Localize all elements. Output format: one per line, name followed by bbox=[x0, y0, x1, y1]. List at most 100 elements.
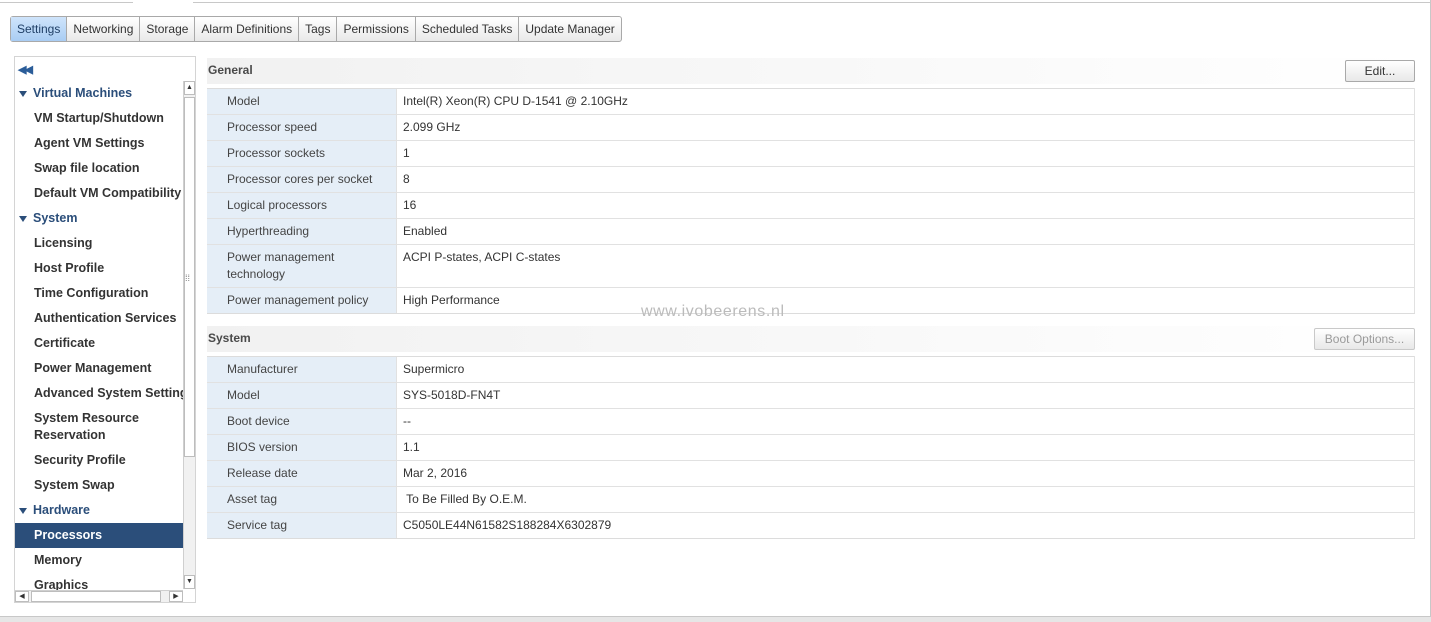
property-value: SYS-5018D-FN4T bbox=[396, 382, 1415, 409]
tab-alarm-definitions[interactable]: Alarm Definitions bbox=[195, 17, 300, 41]
table-row: Model SYS-5018D-FN4T bbox=[207, 382, 1415, 409]
tab-bar: Settings Networking Storage Alarm Defini… bbox=[10, 16, 622, 42]
table-row: BIOS version 1.1 bbox=[207, 434, 1415, 461]
sidebar-group-label: Hardware bbox=[33, 503, 90, 517]
sidebar-group-virtual-machines[interactable]: Virtual Machines bbox=[15, 81, 183, 106]
settings-sidebar: ◀◀ Virtual Machines VM Startup/Shutdown … bbox=[14, 56, 196, 603]
sidebar-item-swap-file-location[interactable]: Swap file location bbox=[15, 156, 183, 181]
tab-networking[interactable]: Networking bbox=[67, 17, 141, 41]
tab-update-manager[interactable]: Update Manager bbox=[519, 17, 620, 41]
property-label: Logical processors bbox=[207, 192, 397, 219]
sidebar-item-processors[interactable]: Processors bbox=[15, 523, 183, 548]
sidebar-item-memory[interactable]: Memory bbox=[15, 548, 183, 573]
edit-button[interactable]: Edit... bbox=[1345, 60, 1415, 82]
property-label: Hyperthreading bbox=[207, 218, 397, 245]
table-row: Processor cores per socket 8 bbox=[207, 166, 1415, 193]
table-row: Boot device -- bbox=[207, 408, 1415, 435]
sidebar-item-advanced-system-settings[interactable]: Advanced System Settings bbox=[15, 381, 194, 406]
property-label: Power management policy bbox=[207, 287, 397, 314]
sidebar-item-power-management[interactable]: Power Management bbox=[15, 356, 183, 381]
sidebar-group-label: Virtual Machines bbox=[33, 86, 133, 100]
property-label: Service tag bbox=[207, 512, 397, 539]
tab-settings[interactable]: Settings bbox=[11, 17, 68, 41]
property-label: Manufacturer bbox=[207, 356, 397, 383]
general-section-header: General bbox=[207, 58, 1415, 84]
scroll-right-icon[interactable]: ▶ bbox=[169, 591, 183, 602]
table-row: Asset tag To Be Filled By O.E.M. bbox=[207, 486, 1415, 513]
expand-triangle-icon bbox=[19, 90, 27, 97]
sidebar-horizontal-scrollbar[interactable]: ◀ ▶ bbox=[15, 590, 183, 602]
sidebar-item-security-profile[interactable]: Security Profile bbox=[15, 448, 183, 473]
sidebar-item-system-resource-reservation[interactable]: System Resource Reservation bbox=[15, 406, 183, 448]
property-label: Power management technology bbox=[207, 244, 397, 288]
sidebar-group-hardware[interactable]: Hardware bbox=[15, 498, 183, 523]
property-value: -- bbox=[396, 408, 1415, 435]
tab-scheduled-tasks[interactable]: Scheduled Tasks bbox=[416, 17, 520, 41]
sidebar-item-agent-vm-settings[interactable]: Agent VM Settings bbox=[15, 131, 183, 156]
property-value: 2.099 GHz bbox=[396, 114, 1415, 141]
property-value: Intel(R) Xeon(R) CPU D-1541 @ 2.10GHz bbox=[396, 88, 1415, 115]
table-row: Release date Mar 2, 2016 bbox=[207, 460, 1415, 487]
tab-permissions[interactable]: Permissions bbox=[337, 17, 416, 41]
sidebar-item-vm-startup-shutdown[interactable]: VM Startup/Shutdown bbox=[15, 106, 183, 131]
system-section-header: System bbox=[207, 326, 1415, 352]
table-row: Model Intel(R) Xeon(R) CPU D-1541 @ 2.10G… bbox=[207, 88, 1415, 115]
boot-options-button[interactable]: Boot Options... bbox=[1314, 328, 1415, 350]
sidebar-item-system-swap[interactable]: System Swap bbox=[15, 473, 183, 498]
sidebar-list: Virtual Machines VM Startup/Shutdown Age… bbox=[15, 81, 194, 598]
sidebar-group-label: System bbox=[33, 211, 78, 225]
table-row: Manufacturer Supermicro bbox=[207, 356, 1415, 383]
property-value: Enabled bbox=[396, 218, 1415, 245]
system-properties-table: Manufacturer Supermicro Model SYS-5018D-FN… bbox=[207, 356, 1415, 539]
property-value: High Performance bbox=[396, 287, 1415, 314]
property-value: Mar 2, 2016 bbox=[396, 460, 1415, 487]
window-top-border bbox=[0, 0, 1431, 3]
sidebar-item-licensing[interactable]: Licensing bbox=[15, 231, 183, 256]
property-label: Model bbox=[207, 88, 397, 115]
table-row: Hyperthreading Enabled bbox=[207, 218, 1415, 245]
table-row: Processor sockets 1 bbox=[207, 140, 1415, 167]
scroll-down-icon[interactable]: ▼ bbox=[184, 575, 195, 589]
resize-grip-icon[interactable]: ⁞⁞ bbox=[185, 273, 190, 283]
table-row: Logical processors 16 bbox=[207, 192, 1415, 219]
expand-triangle-icon bbox=[19, 215, 27, 222]
property-label: Processor speed bbox=[207, 114, 397, 141]
property-label: Asset tag bbox=[207, 486, 397, 513]
property-value: C5050LE44N61582S188284X6302879 bbox=[396, 512, 1415, 539]
property-value: 16 bbox=[396, 192, 1415, 219]
property-label: BIOS version bbox=[207, 434, 397, 461]
property-value: ACPI P-states, ACPI C-states bbox=[396, 244, 1415, 288]
property-label: Boot device bbox=[207, 408, 397, 435]
tab-tags[interactable]: Tags bbox=[299, 17, 338, 41]
system-section-title: System bbox=[208, 331, 251, 345]
table-row: Power management policy High Performance bbox=[207, 287, 1415, 314]
sidebar-item-time-configuration[interactable]: Time Configuration bbox=[15, 281, 183, 306]
table-row: Processor speed 2.099 GHz bbox=[207, 114, 1415, 141]
table-row: Service tag C5050LE44N61582S188284X630287… bbox=[207, 512, 1415, 539]
expand-triangle-icon bbox=[19, 507, 27, 514]
scroll-up-icon[interactable]: ▲ bbox=[184, 81, 195, 95]
window-bottom-border bbox=[0, 616, 1431, 622]
property-label: Processor cores per socket bbox=[207, 166, 397, 193]
tab-storage[interactable]: Storage bbox=[140, 17, 196, 41]
general-properties-table: Model Intel(R) Xeon(R) CPU D-1541 @ 2.10G… bbox=[207, 88, 1415, 314]
property-value: 1.1 bbox=[396, 434, 1415, 461]
sidebar-item-authentication-services[interactable]: Authentication Services bbox=[15, 306, 183, 331]
property-value: 8 bbox=[396, 166, 1415, 193]
property-label: Processor sockets bbox=[207, 140, 397, 167]
general-section-title: General bbox=[208, 63, 253, 77]
scroll-left-icon[interactable]: ◀ bbox=[15, 591, 29, 602]
table-row: Power management technology ACPI P-states… bbox=[207, 244, 1415, 288]
sidebar-item-certificate[interactable]: Certificate bbox=[15, 331, 183, 356]
watermark-text: www.ivobeerens.nl bbox=[641, 303, 785, 320]
sidebar-item-default-vm-compatibility[interactable]: Default VM Compatibility bbox=[15, 181, 183, 206]
scrollbar-thumb[interactable] bbox=[31, 591, 161, 602]
sidebar-group-system[interactable]: System bbox=[15, 206, 183, 231]
collapse-sidebar-icon[interactable]: ◀◀ bbox=[18, 63, 33, 76]
property-label: Release date bbox=[207, 460, 397, 487]
property-label: Model bbox=[207, 382, 397, 409]
property-value: To Be Filled By O.E.M. bbox=[396, 486, 1415, 513]
sidebar-item-host-profile[interactable]: Host Profile bbox=[15, 256, 183, 281]
property-value: 1 bbox=[396, 140, 1415, 167]
sidebar-vertical-scrollbar[interactable]: ▲ ▼ bbox=[183, 81, 195, 589]
